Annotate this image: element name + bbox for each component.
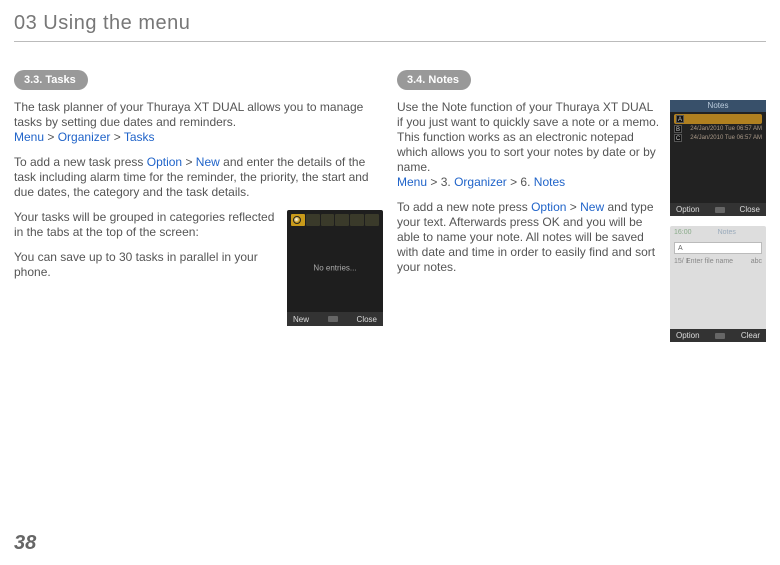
new-link: New	[196, 155, 220, 169]
tasks-categories-para: Your tasks will be grouped in categories…	[14, 210, 279, 240]
text: To add a new note press	[397, 200, 531, 214]
crumb-tasks: Tasks	[124, 130, 155, 144]
softkey-center-icon	[328, 316, 338, 322]
notes-list-screenshot: Notes A B 24/Jan/2010 Tue 06:57 AM C 24	[670, 100, 766, 216]
chapter-title: 03 Using the menu	[14, 12, 766, 35]
tasks-intro: The task planner of your Thuraya XT DUAL…	[14, 100, 383, 145]
notes-titlebar: Notes	[670, 100, 766, 112]
softkey-left: Option	[676, 331, 700, 340]
notes-row: B 24/Jan/2010 Tue 06:57 AM	[674, 125, 762, 133]
tasks-grouping-text: Your tasks will be grouped in categories…	[14, 210, 279, 290]
edit-mode: abc	[751, 258, 762, 265]
phone-tab	[365, 214, 379, 226]
tasks-limit-para: You can save up to 30 tasks in parallel …	[14, 250, 279, 280]
crumb-organizer: Organizer	[58, 130, 111, 144]
notes-intro-text: Use the Note function of your Thuraya XT…	[397, 100, 659, 174]
notes-row: C 24/Jan/2010 Tue 06:57 AM	[674, 134, 762, 142]
phone-no-entries: No entries...	[313, 264, 356, 273]
note-label: C	[674, 134, 682, 142]
phone-tab	[306, 214, 320, 226]
phone-softkey-bar: Option Close	[670, 203, 766, 216]
softkey-right: Clear	[741, 331, 760, 340]
notes-edit-screenshot: 16:00 Notes A 15/ 1 Enter file name abc …	[670, 226, 766, 342]
phone-tab-active	[291, 214, 305, 226]
new-link: New	[580, 200, 604, 214]
crumb-sep: > 3.	[427, 175, 454, 189]
crumb-menu: Menu	[397, 175, 427, 189]
tasks-breadcrumb: Menu > Organizer > Tasks	[14, 130, 155, 144]
crumb-sep: >	[110, 130, 123, 144]
option-link: Option	[531, 200, 566, 214]
crumb-notes: Notes	[534, 175, 565, 189]
softkey-left: Option	[676, 205, 700, 214]
notes-screenshots: Notes A B 24/Jan/2010 Tue 06:57 AM C 24	[670, 100, 766, 342]
notes-breadcrumb: Menu > 3. Organizer > 6. Notes	[397, 175, 565, 189]
note-label: B	[674, 125, 682, 133]
notes-body: Notes A B 24/Jan/2010 Tue 06:57 AM C 24	[397, 100, 766, 275]
edit-topbar: 16:00 Notes	[674, 229, 762, 236]
column-notes: 3.4. Notes Notes A B 24/Jan/2010 Tue 06:…	[397, 70, 766, 342]
edit-field: A	[674, 242, 762, 254]
edit-prompt-row: Enter file name abc	[686, 258, 762, 265]
notes-list: A B 24/Jan/2010 Tue 06:57 AM C 24/Jan/20…	[674, 114, 762, 143]
note-date: 24/Jan/2010 Tue 06:57 AM	[685, 126, 762, 132]
option-link: Option	[147, 155, 182, 169]
phone-softkey-bar: New Close	[287, 312, 383, 326]
crumb-sep: > 6.	[507, 175, 534, 189]
crumb-menu: Menu	[14, 130, 44, 144]
phone-tab	[335, 214, 349, 226]
text: >	[566, 200, 580, 214]
note-date: 24/Jan/2010 Tue 06:57 AM	[685, 135, 762, 141]
divider	[14, 41, 766, 42]
phone-softkey-bar: Option Clear	[670, 329, 766, 342]
crumb-sep: >	[44, 130, 58, 144]
softkey-right: Close	[357, 315, 377, 324]
phone-tab	[321, 214, 335, 226]
phone-tabs	[291, 214, 379, 226]
softkey-left: New	[293, 315, 309, 324]
crumb-organizer: Organizer	[454, 175, 507, 189]
tasks-phone-screenshot: No entries... New Close	[287, 210, 383, 326]
softkey-right: Close	[740, 205, 760, 214]
tasks-intro-text: The task planner of your Thuraya XT DUAL…	[14, 100, 363, 129]
edit-time: 16:00	[674, 229, 692, 236]
phone-tab	[350, 214, 364, 226]
softkey-center-icon	[715, 207, 725, 213]
notes-row: A	[674, 114, 762, 124]
note-label: A	[676, 115, 684, 123]
softkey-center-icon	[715, 333, 725, 339]
section-heading-notes: 3.4. Notes	[397, 70, 471, 90]
text: To add a new task press	[14, 155, 147, 169]
page-number: 38	[14, 532, 36, 555]
tasks-add-para: To add a new task press Option > New and…	[14, 155, 383, 200]
tasks-grouping-row: Your tasks will be grouped in categories…	[14, 210, 383, 326]
edit-prompt: Enter file name	[686, 258, 733, 265]
column-tasks: 3.3. Tasks The task planner of your Thur…	[14, 70, 383, 342]
edit-title: Notes	[718, 229, 736, 236]
text: >	[182, 155, 196, 169]
two-column-layout: 3.3. Tasks The task planner of your Thur…	[14, 70, 766, 342]
section-heading-tasks: 3.3. Tasks	[14, 70, 88, 90]
